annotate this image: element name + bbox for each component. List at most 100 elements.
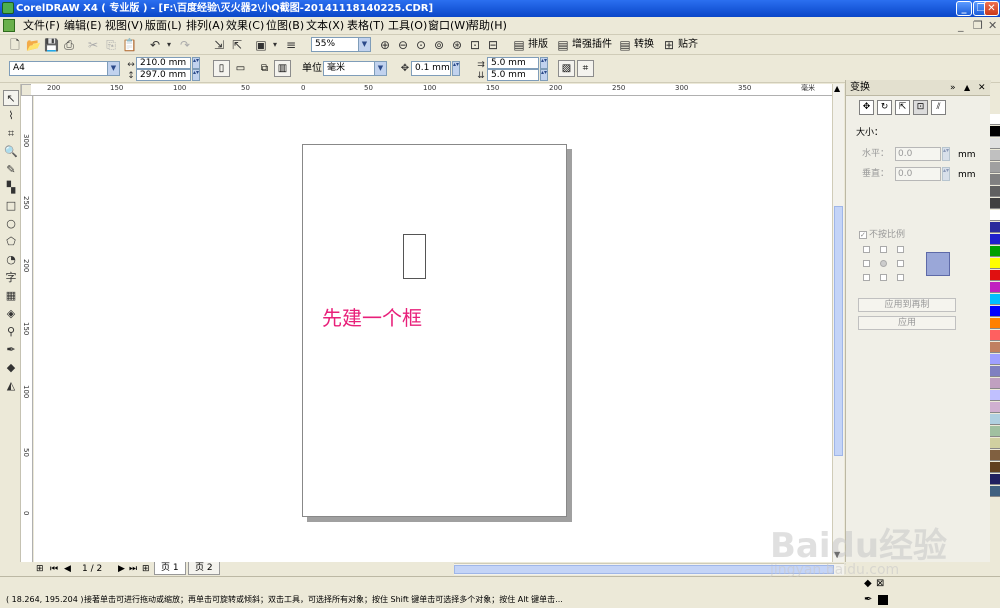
anchor-point[interactable] [897,246,904,253]
color-swatch[interactable] [990,390,1000,401]
color-swatch[interactable] [990,414,1000,425]
crop-tool-icon[interactable]: ⌗ [3,126,19,142]
color-swatch[interactable] [990,378,1000,389]
color-swatch[interactable] [990,282,1000,293]
color-swatch[interactable] [990,210,1000,221]
smart-fill-tool-icon[interactable]: ▚ [3,180,19,196]
undo-dropdown-icon[interactable]: ▾ [162,37,176,53]
paste-icon[interactable]: 📋 [122,37,137,53]
ellipse-tool-icon[interactable]: ○ [3,216,19,232]
freehand-tool-icon[interactable]: ✎ [3,162,19,178]
first-page-icon[interactable]: ⏮ [50,562,58,576]
landscape-icon[interactable]: ▭ [232,60,249,77]
duplicate-y-spinner[interactable]: ▴▾ [540,69,548,81]
color-swatch[interactable] [990,258,1000,269]
snap-icon[interactable]: ⊞ [662,37,676,53]
rectangle-object[interactable] [403,234,426,279]
treat-as-filled-icon[interactable]: ▧ [558,60,575,77]
layout-plugin-button[interactable]: 排版 [528,38,548,52]
table-tool-icon[interactable]: ▦ [3,288,19,304]
menu-bitmaps[interactable]: 位图(B) [266,19,304,33]
chevron-down-icon[interactable]: ▼ [358,38,370,51]
proportional-checkbox[interactable]: ✓ [859,231,867,239]
apply-to-duplicate-button[interactable]: 应用到再制 [858,298,956,312]
doc-restore-icon[interactable]: ❐ [973,19,983,33]
pick-tool-icon[interactable]: ↖ [3,90,19,106]
fill-tool-icon[interactable]: ◆ [3,360,19,376]
chevron-down-icon[interactable]: ▼ [374,62,386,75]
page-width-spinner[interactable]: ▴▾ [192,57,200,69]
apply-button[interactable]: 应用 [858,316,956,330]
color-swatch[interactable] [990,234,1000,245]
zoom-height-icon[interactable]: ⊟ [486,37,500,53]
convert-button[interactable]: 转换 [634,38,654,52]
shape-tool-icon[interactable]: ⌇ [3,108,19,124]
page-width-field[interactable]: 210.0 mm [136,57,191,69]
anchor-point[interactable] [880,274,887,281]
page-caption[interactable]: 先建一个框 [322,302,422,331]
color-swatch[interactable] [990,342,1000,353]
undo-icon[interactable]: ↶ [148,37,162,53]
color-swatch[interactable] [990,174,1000,185]
minimize-button[interactable]: _ [956,1,972,16]
zoom-all-icon[interactable]: ⊚ [432,37,446,53]
menu-tools[interactable]: 工具(O) [388,19,427,33]
menu-layout[interactable]: 版面(L) [145,19,182,33]
zoom-page-icon[interactable]: ⊛ [450,37,464,53]
page-height-spinner[interactable]: ▴▾ [192,69,200,81]
paper-type-field[interactable]: A4 ▼ [9,61,120,76]
zoom-out-icon[interactable]: ⊖ [396,37,410,53]
vertical-scrollbar[interactable]: ▲ ▼ [832,84,844,562]
rectangle-tool-icon[interactable]: □ [3,198,19,214]
layout-plugin-icon[interactable]: ▤ [512,37,526,53]
color-swatch[interactable] [990,126,1000,137]
color-swatch[interactable] [990,318,1000,329]
portrait-icon[interactable]: ▯ [213,60,230,77]
new-icon[interactable]: 🗋 [8,37,22,53]
color-swatch[interactable] [990,438,1000,449]
tab-page-1[interactable]: 页 1 [154,562,186,575]
color-swatch[interactable] [990,222,1000,233]
prev-page-icon[interactable]: ◀ [64,562,71,576]
zoom-width-icon[interactable]: ⊡ [468,37,482,53]
save-icon[interactable]: 💾 [44,37,59,53]
last-page-icon[interactable]: ⏭ [129,562,137,576]
convert-icon[interactable]: ▤ [618,37,632,53]
color-swatch[interactable] [990,402,1000,413]
print-icon[interactable]: ⎙ [62,37,76,53]
add-page-icon[interactable]: ⊞ [142,562,150,576]
document-icon[interactable] [3,19,15,32]
basic-shapes-tool-icon[interactable]: ◔ [3,252,19,268]
nudge-spinner[interactable]: ▴▾ [452,61,460,76]
zoom-selected-icon[interactable]: ⊙ [414,37,428,53]
zoom-in-icon[interactable]: ⊕ [378,37,392,53]
color-swatch[interactable] [990,426,1000,437]
polygon-tool-icon[interactable]: ⬠ [3,234,19,250]
vertical-ruler[interactable]: 300 250 200 150 100 50 0 [21,96,33,562]
duplicate-y-field[interactable]: 5.0 mm [487,69,539,81]
color-swatch[interactable] [990,330,1000,341]
color-swatch[interactable] [990,354,1000,365]
open-icon[interactable]: 📂 [26,37,41,53]
chevron-down-icon[interactable]: ▼ [107,62,119,75]
anchor-point[interactable] [863,274,870,281]
page-height-field[interactable]: 297.0 mm [136,69,191,81]
anchor-point[interactable] [880,246,887,253]
menu-file[interactable]: 文件(F) [23,19,60,33]
units-field[interactable]: 毫米 ▼ [323,61,387,76]
app-launcher-icon[interactable]: ≡ [284,37,298,53]
color-swatch[interactable] [990,150,1000,161]
redo-icon[interactable]: ↷ [178,37,192,53]
docker-roll-up-icon[interactable]: ▲ [964,80,970,96]
rotate-icon[interactable]: ↻ [877,100,892,115]
menu-edit[interactable]: 编辑(E) [64,19,102,33]
horizontal-size-field[interactable]: 0.0 [895,147,941,161]
color-swatch[interactable] [990,114,1000,125]
position-icon[interactable]: ✥ [859,100,874,115]
all-pages-icon[interactable]: ⧉ [256,60,273,77]
enhance-plugin-icon[interactable]: ▤ [556,37,570,53]
outline-indicator-icon[interactable]: ✒ [864,594,872,605]
docker-close-icon[interactable]: ✕ [978,80,986,96]
anchor-grid[interactable] [861,246,911,286]
import-icon[interactable]: ⇲ [212,37,226,53]
